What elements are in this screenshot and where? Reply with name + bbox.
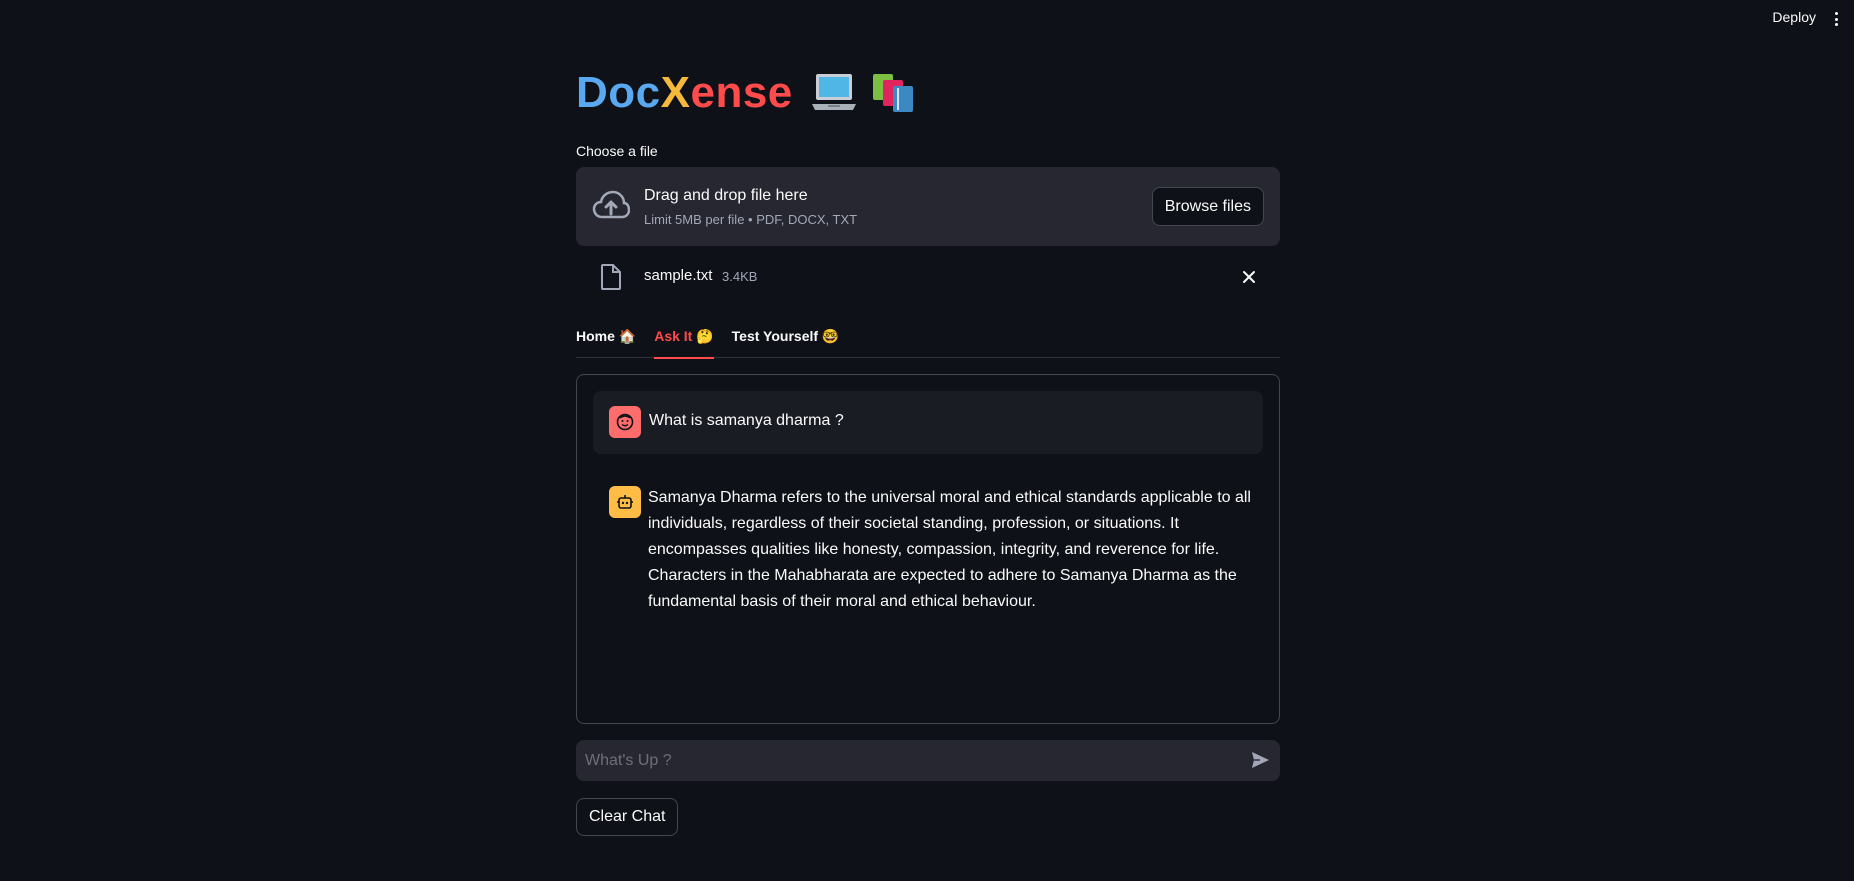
title-part-x: X <box>660 68 691 117</box>
user-avatar-icon <box>609 406 641 438</box>
chat-input-container <box>576 740 1280 781</box>
top-toolbar: Deploy <box>0 0 1854 38</box>
more-menu-icon[interactable] <box>1830 10 1842 28</box>
remove-file-icon[interactable] <box>1242 270 1256 284</box>
tab-test-yourself[interactable]: Test Yourself 🤓 <box>732 322 840 358</box>
user-message: What is samanya dharma ? <box>593 391 1263 454</box>
browse-files-button[interactable]: Browse files <box>1151 187 1264 226</box>
uploaded-file-row: sample.txt 3.4KB <box>576 258 1280 298</box>
dropzone-limits: Limit 5MB per file • PDF, DOCX, TXT <box>644 212 858 227</box>
page-title: Doc Xense <box>576 68 917 118</box>
chat-history[interactable]: What is samanya dharma ? Samanya Dharma … <box>576 374 1280 724</box>
deploy-button[interactable]: Deploy <box>1772 9 1816 25</box>
assistant-avatar-icon <box>609 486 641 518</box>
laptop-icon <box>811 74 856 110</box>
file-dropzone[interactable]: Drag and drop file here Limit 5MB per fi… <box>576 167 1280 246</box>
clear-chat-button[interactable]: Clear Chat <box>576 798 679 836</box>
dropzone-title: Drag and drop file here <box>644 187 808 204</box>
title-part-ense: ense <box>690 68 793 117</box>
file-size: 3.4KB <box>722 269 758 284</box>
tab-home[interactable]: Home 🏠 <box>576 322 636 358</box>
file-icon <box>601 264 621 290</box>
tab-ask-it[interactable]: Ask It 🤔 <box>654 322 715 359</box>
send-icon[interactable] <box>1250 750 1270 770</box>
books-icon <box>872 74 913 112</box>
file-name: sample.txt <box>644 267 713 284</box>
file-uploader-label: Choose a file <box>576 143 658 159</box>
cloud-upload-icon <box>592 190 630 219</box>
title-part-doc: Doc <box>576 68 661 117</box>
assistant-message-text: Samanya Dharma refers to the universal m… <box>648 489 1251 610</box>
user-message-text: What is samanya dharma ? <box>649 412 844 429</box>
chat-input[interactable] <box>576 740 1226 781</box>
tab-bar: Home 🏠 Ask It 🤔 Test Yourself 🤓 <box>576 322 1280 359</box>
